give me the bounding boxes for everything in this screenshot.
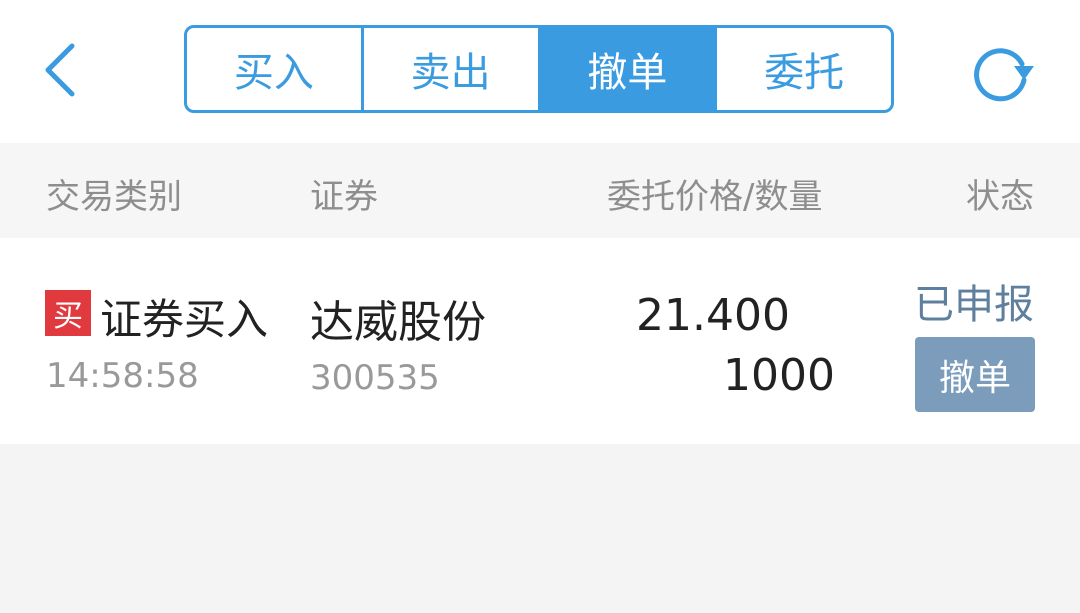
refresh-button[interactable] bbox=[970, 42, 1036, 102]
refresh-icon bbox=[974, 48, 1034, 102]
tab-sell[interactable]: 卖出 bbox=[364, 28, 541, 110]
security-code: 300535 bbox=[310, 358, 440, 398]
tab-orders[interactable]: 委托 bbox=[717, 28, 891, 110]
header-status: 状态 bbox=[966, 177, 1034, 217]
header-price-qty: 委托价格/数量 bbox=[607, 177, 823, 217]
trade-tabs: 买入 卖出 撤单 委托 bbox=[184, 25, 894, 113]
tab-cancel[interactable]: 撤单 bbox=[540, 28, 718, 110]
header-security: 证券 bbox=[310, 177, 378, 217]
tab-buy[interactable]: 买入 bbox=[187, 28, 364, 110]
table-header: 交易类别 证券 委托价格/数量 状态 bbox=[0, 143, 1080, 238]
buy-tag: 买 bbox=[45, 290, 91, 336]
status-badge: 已申报 bbox=[914, 282, 1034, 328]
header-type: 交易类别 bbox=[46, 177, 182, 217]
chevron-left-icon bbox=[45, 43, 75, 97]
trade-type: 证券买入 bbox=[100, 295, 269, 344]
back-button[interactable] bbox=[38, 38, 86, 102]
order-price: 21.400 bbox=[636, 290, 790, 341]
order-quantity: 1000 bbox=[723, 350, 835, 401]
security-name: 达威股份 bbox=[310, 297, 486, 348]
top-bar: 买入 卖出 撤单 委托 bbox=[0, 0, 1080, 143]
cancel-order-button[interactable]: 撤单 bbox=[915, 337, 1035, 412]
table-row[interactable]: 买 证券买入 14:58:58 达威股份 300535 21.400 1000 … bbox=[0, 238, 1080, 444]
order-time: 14:58:58 bbox=[46, 356, 199, 396]
